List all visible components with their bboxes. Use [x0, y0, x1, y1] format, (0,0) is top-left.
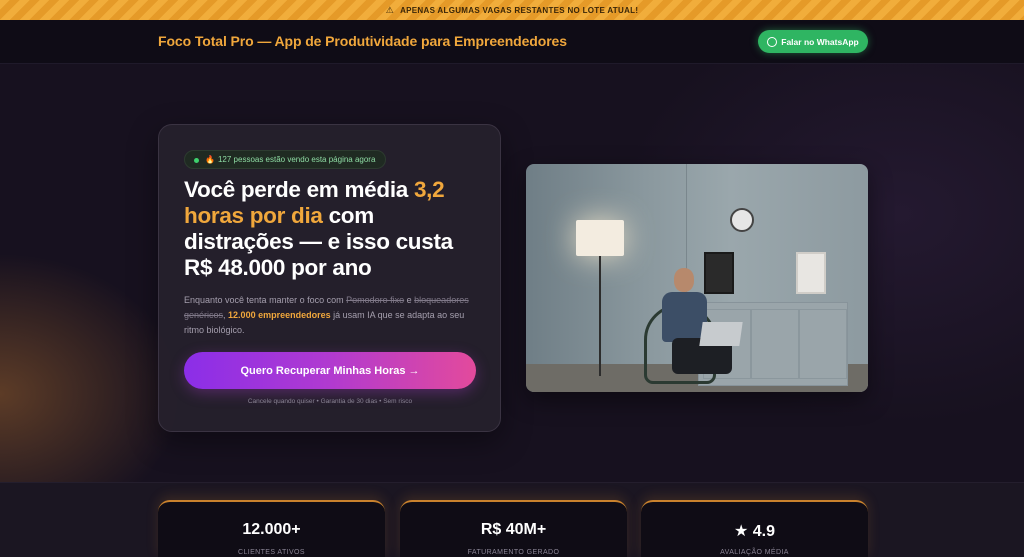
live-viewers-badge: 🔥 127 pessoas estão vendo esta página ag… [184, 150, 387, 169]
cta-button[interactable]: Quero Recuperar Minhas Horas → [184, 352, 476, 389]
whatsapp-icon [767, 36, 778, 47]
stats-section: 12.000+ CLIENTES ATIVOS R$ 40M+ FATURAME… [0, 482, 1024, 557]
stat-label: FATURAMENTO GERADO [467, 549, 560, 556]
stat-label: AVALIAÇÃO MÉDIA [720, 549, 789, 556]
strike-pomodoro: Pomodoro fixo [346, 295, 405, 305]
stat-card: 12.000+ CLIENTES ATIVOS [158, 500, 385, 557]
stat-value: R$ 40M+ [480, 521, 547, 538]
brand-title[interactable]: Foco Total Pro — App de Produtividade pa… [158, 33, 567, 49]
stat-card: ★ 4.9 AVALIAÇÃO MÉDIA [641, 500, 868, 557]
stat-value: ★ 4.9 [733, 523, 776, 540]
urgency-banner-text: APENAS ALGUMAS VAGAS RESTANTES NO LOTE A… [400, 5, 639, 15]
stat-label: CLIENTES ATIVOS [238, 549, 305, 556]
cta-note: Cancele quando quiser • Garantia de 30 d… [247, 398, 413, 405]
fire-icon: 🔥 [205, 155, 215, 164]
whatsapp-button[interactable]: Falar no WhatsApp [758, 30, 868, 53]
highlight-empreendedores: 12.000 empreendedores [228, 310, 331, 320]
site-header: Foco Total Pro — App de Produtividade pa… [0, 20, 1024, 64]
clock-illustration [730, 208, 754, 232]
lamp-illustration [576, 220, 624, 256]
hero-headline: Você perde em média 3,2 horas por dia co… [184, 177, 453, 280]
urgency-banner: ⚠ APENAS ALGUMAS VAGAS RESTANTES NO LOTE… [0, 0, 1024, 20]
stat-value: 12.000+ [242, 521, 301, 538]
whatsapp-button-label: Falar no WhatsApp [781, 36, 859, 47]
hero-card: 🔥 127 pessoas estão vendo esta página ag… [158, 124, 501, 432]
live-dot-icon [194, 158, 199, 163]
live-viewers-text: 127 pessoas estão vendo esta página agor… [217, 155, 376, 164]
hero-subtext: Enquanto você tenta manter o foco com Po… [184, 295, 469, 335]
stat-card: R$ 40M+ FATURAMENTO GERADO [400, 500, 627, 557]
warning-icon: ⚠ [385, 4, 395, 15]
laptop-illustration [699, 322, 743, 346]
hero-photo [526, 164, 868, 392]
hero-section: 🔥 127 pessoas estão vendo esta página ag… [0, 64, 1024, 482]
